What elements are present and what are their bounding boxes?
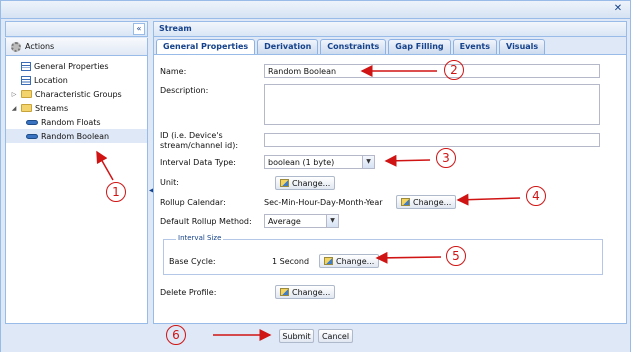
annotation-callout-2: 2 bbox=[444, 60, 464, 80]
annotation-arrow-5 bbox=[375, 251, 442, 264]
annotation-arrow-3 bbox=[384, 154, 431, 167]
annotation-callout-5: 5 bbox=[446, 246, 466, 266]
annotation-callout-6: 6 bbox=[166, 325, 186, 345]
annotation-arrow-4 bbox=[456, 193, 521, 206]
annotation-callout-1: 1 bbox=[106, 182, 126, 202]
annotation-arrows bbox=[96, 65, 521, 341]
annotation-callout-4: 4 bbox=[526, 186, 546, 206]
annotation-arrow-1 bbox=[96, 150, 114, 181]
annotation-callout-3: 3 bbox=[436, 148, 456, 168]
